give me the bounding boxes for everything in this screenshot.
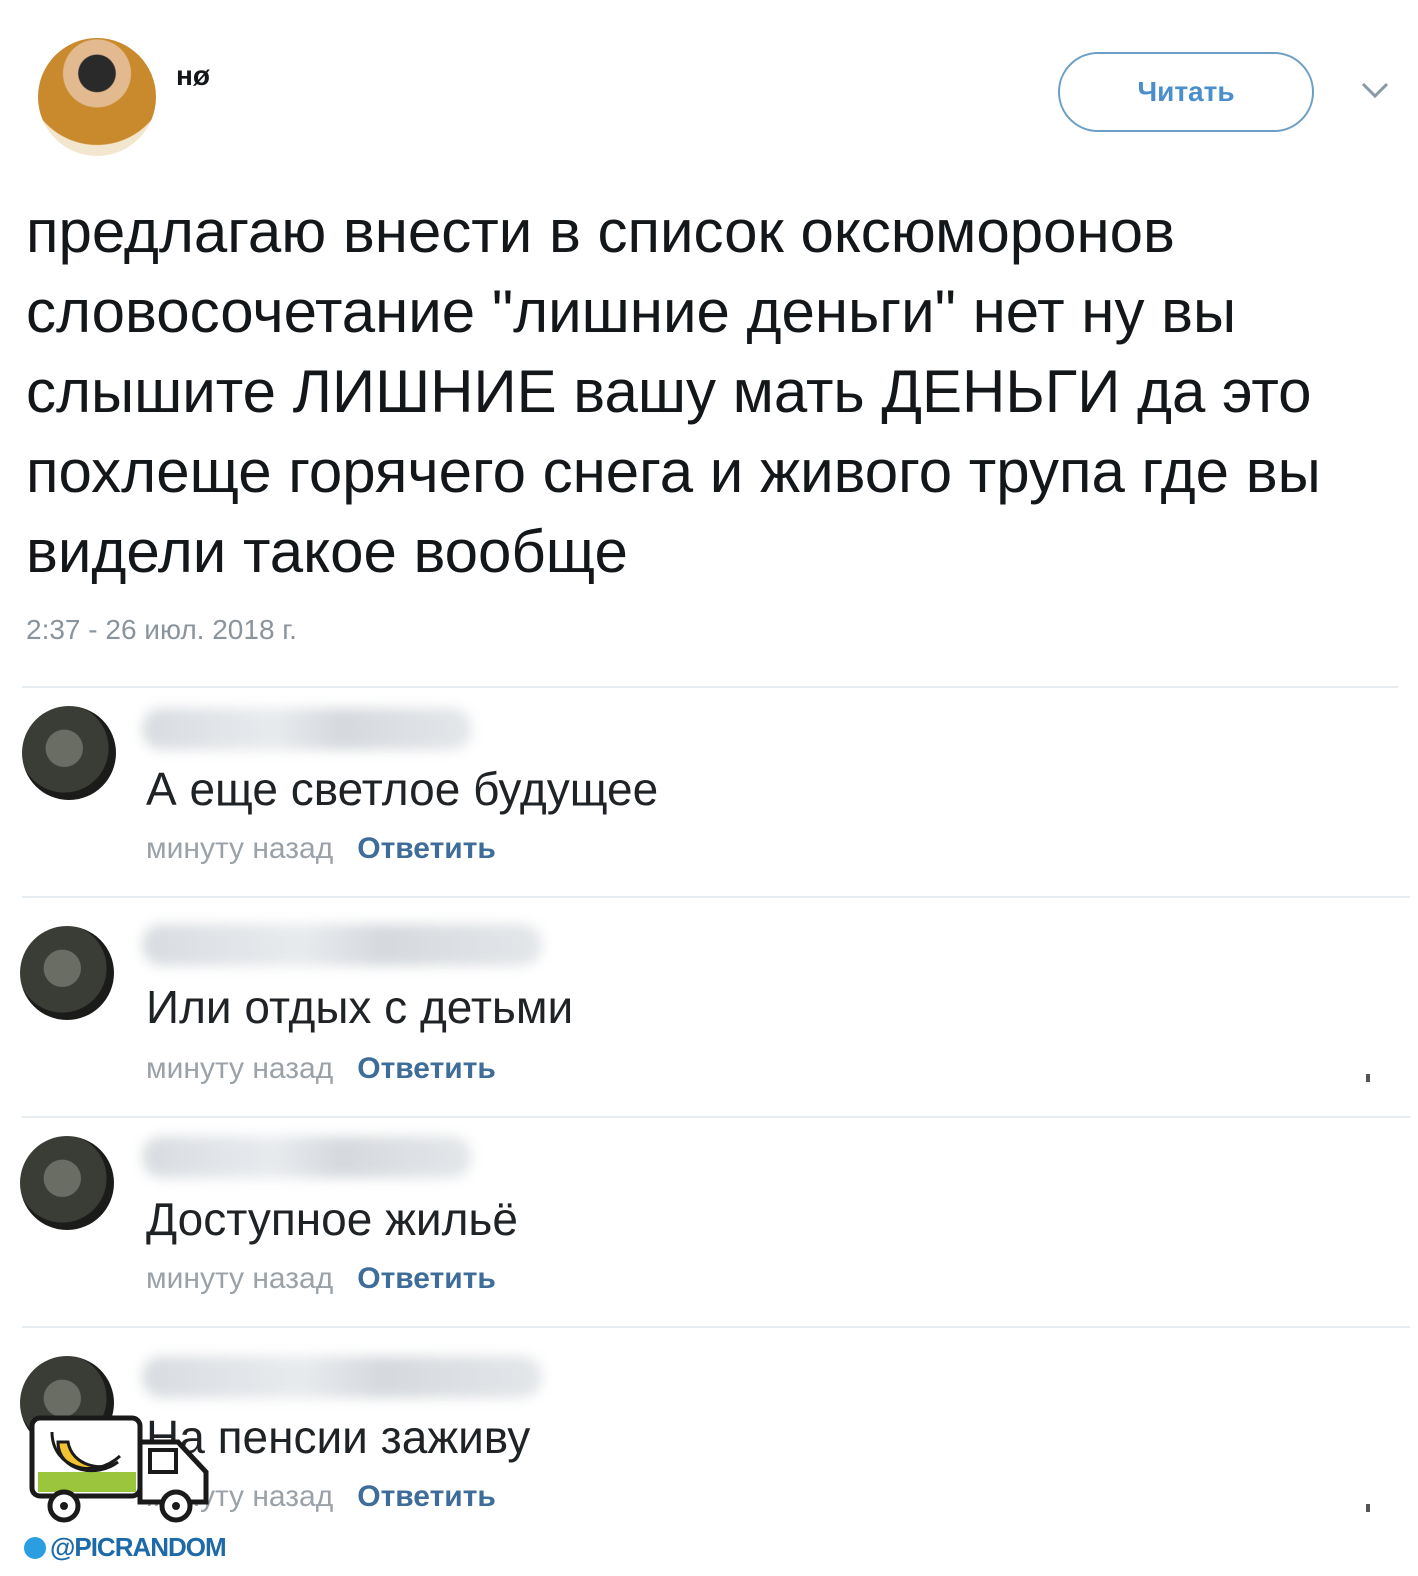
comment-text: А еще светлое будущее — [146, 763, 659, 815]
comment-time: минуту назад — [146, 1052, 334, 1085]
comment-author-name-blurred — [142, 924, 542, 966]
comment-author-name-blurred — [142, 1136, 472, 1178]
telegram-icon — [24, 1536, 46, 1559]
comment-avatar[interactable] — [20, 1136, 114, 1230]
comment-meta: минуту назад Ответить — [146, 1052, 496, 1086]
truck-logo-icon — [29, 1415, 209, 1523]
watermark: @PICRANDOM — [24, 1532, 227, 1563]
comment-time: минуту назад — [146, 832, 334, 865]
divider — [22, 686, 1398, 688]
follow-button[interactable]: Читать — [1058, 52, 1314, 132]
divider — [22, 1116, 1410, 1118]
tweet-text: предлагаю внести в список оксюморонов сл… — [26, 198, 1321, 585]
comment-avatar[interactable] — [22, 706, 116, 800]
reply-button[interactable]: Ответить — [357, 832, 496, 865]
comment-time: минуту назад — [146, 1262, 334, 1295]
author-avatar[interactable] — [38, 38, 156, 156]
options-mark[interactable] — [1366, 1074, 1370, 1082]
divider — [22, 896, 1410, 898]
comment-meta: минуту назад Ответить — [146, 832, 496, 866]
watermark-label: @PICRANDOM — [50, 1532, 227, 1562]
tweet-timestamp[interactable]: 2:37 - 26 июл. 2018 г. — [26, 614, 297, 646]
comment-author-name-blurred — [142, 708, 472, 750]
comment-avatar[interactable] — [20, 926, 114, 1020]
divider — [22, 1326, 1410, 1328]
chevron-down-icon[interactable] — [1360, 78, 1390, 102]
options-mark[interactable] — [1366, 1504, 1370, 1512]
comment-text: Или отдых с детьми — [146, 981, 574, 1033]
comment-author-name-blurred — [142, 1356, 542, 1398]
reply-button[interactable]: Ответить — [357, 1262, 496, 1295]
comment-text: Доступное жильё — [146, 1193, 518, 1245]
reply-button[interactable]: Ответить — [357, 1052, 496, 1085]
reply-button[interactable]: Ответить — [357, 1480, 496, 1513]
comment-meta: минуту назад Ответить — [146, 1262, 496, 1296]
author-username[interactable]: нø — [176, 60, 210, 92]
